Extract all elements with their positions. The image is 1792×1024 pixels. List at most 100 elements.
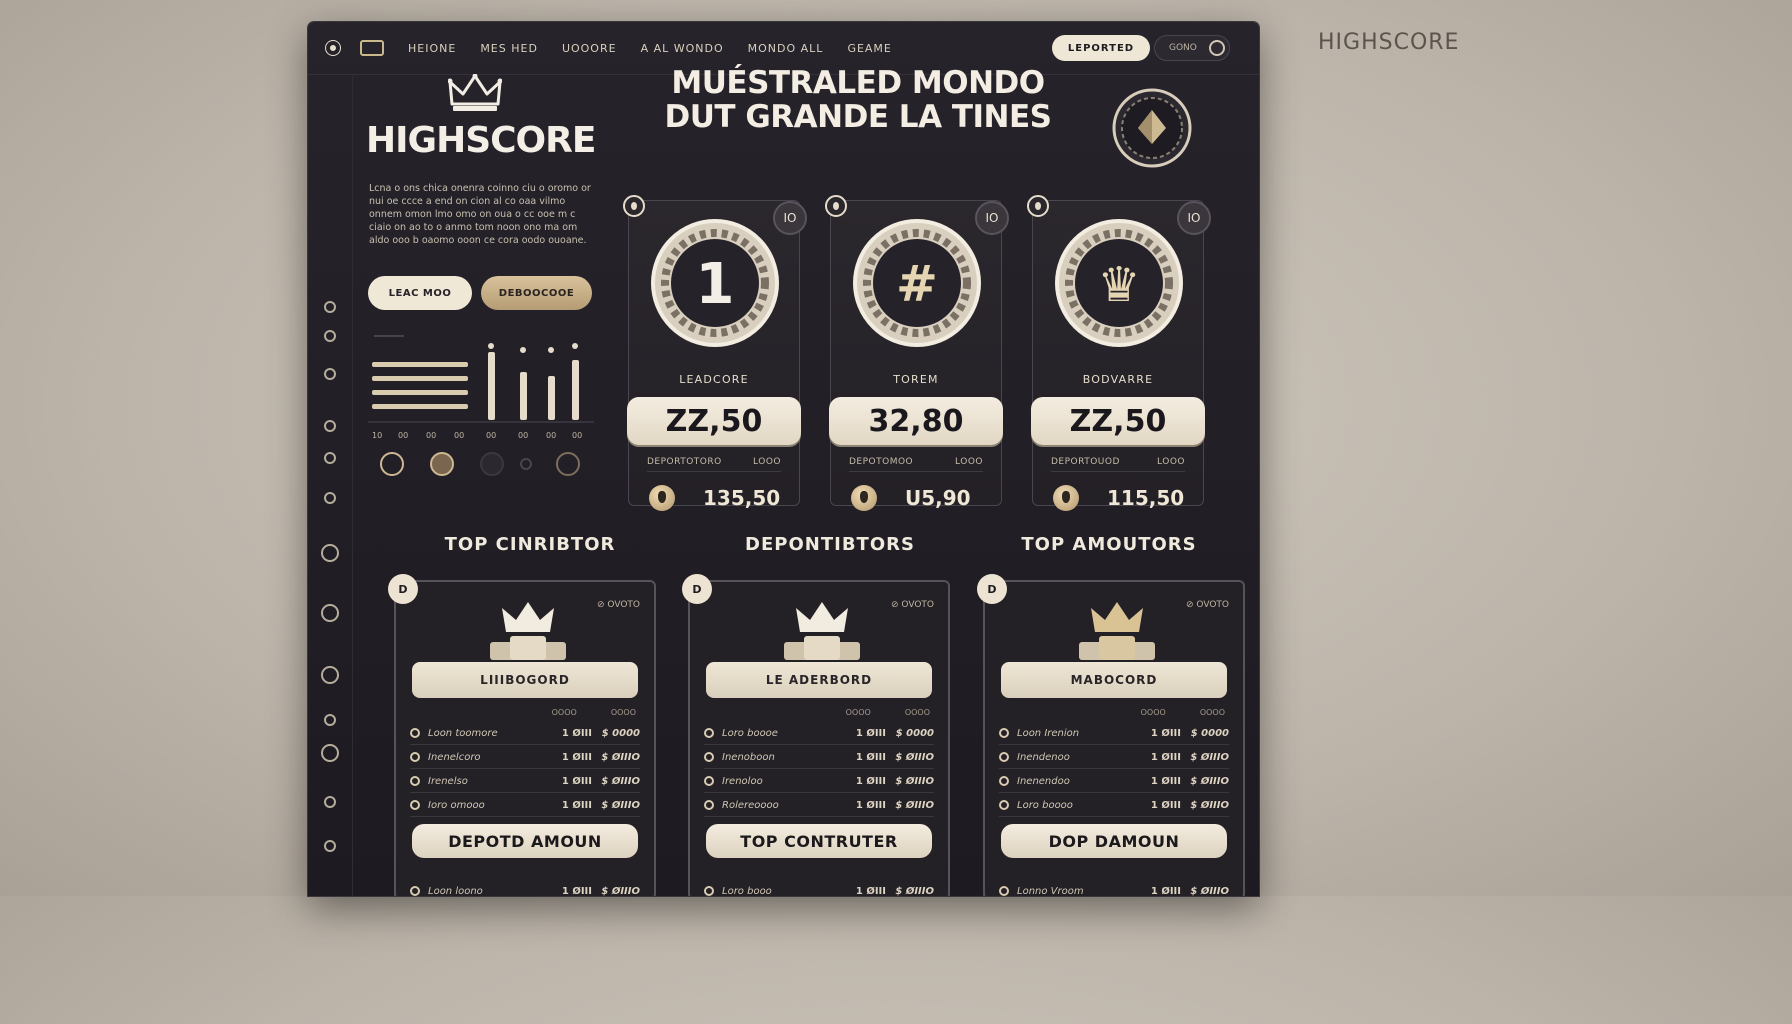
row-name: Inendenoo xyxy=(1017,751,1070,763)
card-badge[interactable]: D xyxy=(682,574,712,604)
table-row[interactable]: Inenoboon 1 ØIII $ ØIIIO xyxy=(704,746,934,769)
sidebar-bell-icon[interactable] xyxy=(324,796,336,808)
rank-sub: DEPORTOUOD LOOO xyxy=(1051,457,1185,467)
crown-coins-icon xyxy=(1079,602,1155,660)
card-badge[interactable]: D xyxy=(977,574,1007,604)
row-amount: $ 0000 xyxy=(601,727,640,739)
sidebar-user-icon[interactable] xyxy=(321,666,339,684)
nav-item[interactable]: GEAME xyxy=(847,42,891,55)
table-row[interactable]: Inendenoo 1 ØIII $ ØIIIO xyxy=(999,746,1229,769)
nav-item[interactable]: UOOORE xyxy=(562,42,617,55)
column-header: OOOO xyxy=(904,708,930,717)
sidebar-gift-icon[interactable] xyxy=(324,714,336,726)
rank-marker-icon xyxy=(623,195,645,217)
rank-card[interactable]: IO # TOREM 32,80 DEPOTOMOO LOOO U5,90 xyxy=(825,195,1009,511)
diamond-emblem-icon[interactable] xyxy=(1112,88,1192,168)
sidebar-chart-icon[interactable] xyxy=(324,452,336,464)
row-dot-icon xyxy=(704,776,714,786)
row-value: 1 ØIII xyxy=(855,885,886,897)
table-row[interactable]: Loon loono 1 ØIII $ ØIIIO xyxy=(410,880,640,896)
ring-icon[interactable] xyxy=(556,452,580,476)
rank-score: ZZ,50 xyxy=(627,397,801,445)
table-row[interactable]: Loro boooo 1 ØIII $ ØIIIO xyxy=(999,794,1229,817)
row-dot-icon xyxy=(410,800,420,810)
mini-logo-icon[interactable] xyxy=(360,40,384,56)
rank-sub-right: LOOO xyxy=(955,457,983,467)
table-row[interactable]: Irenelso 1 ØIII $ ØIIIO xyxy=(410,770,640,793)
chart-tick: 00 xyxy=(454,431,464,440)
crown-coins-icon xyxy=(490,602,566,660)
rank-sub-right: LOOO xyxy=(1157,457,1185,467)
leaderboard-bar[interactable]: LIIIBOGORD xyxy=(412,662,638,698)
hero-line-2: DUT GRANDE LA TINES xyxy=(664,99,1052,135)
table-row[interactable]: Ioro omooo 1 ØIII $ ØIIIO xyxy=(410,794,640,817)
row-value: 1 ØIII xyxy=(1150,727,1181,739)
small-dot-icon[interactable] xyxy=(520,458,532,470)
top-contributor-button[interactable]: TOP CONTRUTER xyxy=(706,824,932,858)
badge-icon[interactable] xyxy=(380,452,404,476)
chart-tick: 00 xyxy=(426,431,436,440)
chart-hbar xyxy=(372,376,468,381)
sidebar-logout-icon[interactable] xyxy=(324,840,336,852)
chart-tick: 00 xyxy=(546,431,556,440)
rank-label: LEADCORE xyxy=(679,373,749,386)
rank-score: 32,80 xyxy=(829,397,1003,445)
profile-ring-icon[interactable] xyxy=(1209,40,1225,56)
sidebar-stats-icon[interactable] xyxy=(324,330,336,342)
table-row[interactable]: Loro boooe 1 ØIII $ 0000 xyxy=(704,722,934,745)
table-row[interactable]: Loon toomore 1 ØIII $ 0000 xyxy=(410,722,640,745)
crown-coins-icon xyxy=(784,602,860,660)
row-amount: $ ØIIIO xyxy=(895,775,934,787)
nav-item[interactable]: HEIONE xyxy=(408,42,456,55)
table-row[interactable]: Irenoloo 1 ØIII $ ØIIIO xyxy=(704,770,934,793)
top-amount-button[interactable]: DOP DAMOUN xyxy=(1001,824,1227,858)
rank-card[interactable]: IO 1 LEADCORE ZZ,50 DEPORTOTORO LOOO 135… xyxy=(623,195,807,511)
row-name: Rolereoooo xyxy=(722,799,779,811)
lead-button[interactable]: LEAC MOO xyxy=(368,276,472,310)
row-name: Inenoboon xyxy=(722,751,775,763)
primary-pill-button[interactable]: LEPORTED xyxy=(1052,35,1150,61)
chart-hbar xyxy=(372,390,468,395)
table-row[interactable]: Inenelcoro 1 ØIII $ ØIIIO xyxy=(410,746,640,769)
sidebar-list-icon[interactable] xyxy=(324,492,336,504)
nav-item[interactable]: A AL WONDO xyxy=(641,42,724,55)
row-name: Loro boooe xyxy=(722,727,778,739)
row-amount: $ ØIIIO xyxy=(895,885,934,897)
sidebar-home-icon[interactable] xyxy=(324,301,336,313)
column-header: OOOO xyxy=(1140,708,1166,717)
table-row[interactable]: Rolereoooo 1 ØIII $ ØIIIO xyxy=(704,794,934,817)
leaderboard-bar[interactable]: MABOCORD xyxy=(1001,662,1227,698)
sidebar-settings-icon[interactable] xyxy=(324,368,336,380)
deposit-button[interactable]: DEBOOCOOE xyxy=(481,276,592,310)
table-row[interactable]: Loro booo 1 ØIII $ ØIIIO xyxy=(704,880,934,896)
secondary-pill-button[interactable]: GONO xyxy=(1154,35,1230,61)
rank-card[interactable]: IO ♛ BODVARRE ZZ,50 DEPORTOUOD LOOO 115,… xyxy=(1027,195,1211,511)
leaderboard-bar[interactable]: LE ADERBORD xyxy=(706,662,932,698)
row-name: Loro boooo xyxy=(1017,799,1073,811)
row-value: 1 ØIII xyxy=(1150,751,1181,763)
table-row[interactable]: Inenendoo 1 ØIII $ ØIIIO xyxy=(999,770,1229,793)
menu-dot-icon[interactable] xyxy=(326,41,340,55)
nav-item[interactable]: MES HED xyxy=(480,42,538,55)
sidebar-coin-icon[interactable] xyxy=(321,604,339,622)
coin-icon xyxy=(851,485,877,511)
hero-heading: MUÉSTRALED MONDO DUT GRANDE LA TINES xyxy=(648,66,1068,134)
chart-tick: 00 xyxy=(486,431,496,440)
sidebar-heart-icon[interactable] xyxy=(321,544,339,562)
row-amount: $ ØIIIO xyxy=(601,751,640,763)
chart-dot xyxy=(520,347,526,353)
row-value: 1 ØIII xyxy=(561,751,592,763)
deposit-amount-button[interactable]: DEPOTD AMOUN xyxy=(412,824,638,858)
column-title: DEPONTIBTORS xyxy=(745,534,915,555)
coin-icon[interactable] xyxy=(430,452,454,476)
table-row[interactable]: Loon Irenion 1 ØIII $ 0000 xyxy=(999,722,1229,745)
rank-medal-icon: # xyxy=(853,219,981,347)
nav-item[interactable]: MONDO ALL xyxy=(748,42,824,55)
row-value: 1 ØIII xyxy=(855,727,886,739)
sidebar-shield-icon[interactable] xyxy=(321,744,339,762)
chart-dot xyxy=(488,343,494,349)
dark-orb-icon[interactable] xyxy=(480,452,504,476)
sidebar-trophy-icon[interactable] xyxy=(324,420,336,432)
table-row[interactable]: Lonno Vroom 1 ØIII $ ØIIIO xyxy=(999,880,1229,896)
card-badge[interactable]: D xyxy=(388,574,418,604)
